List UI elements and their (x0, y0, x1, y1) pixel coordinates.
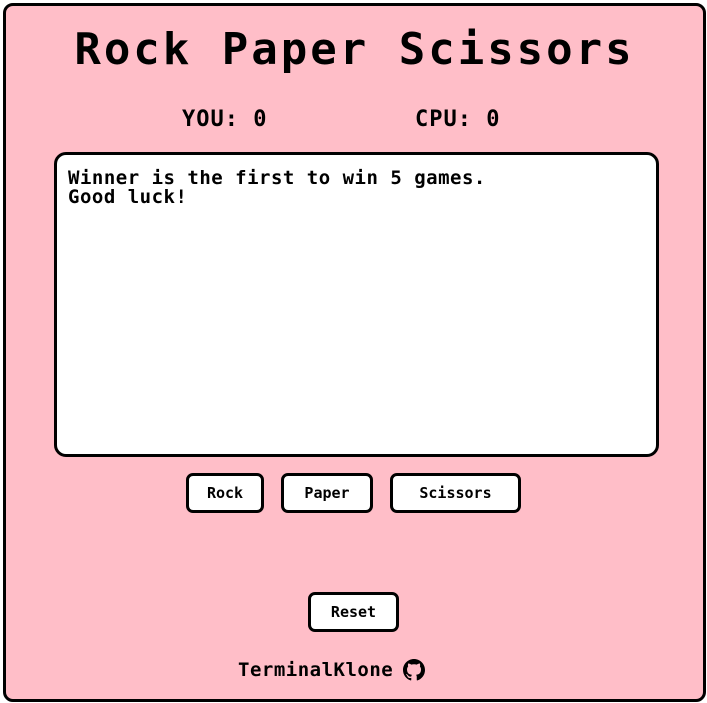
scissors-button[interactable]: Scissors (390, 473, 521, 513)
game-log-panel: Winner is the first to win 5 games. Good… (54, 152, 659, 457)
game-log-text: Winner is the first to win 5 games. Good… (68, 167, 486, 208)
author-name: TerminalKlone (238, 659, 394, 681)
player-score: YOU: 0 (182, 107, 268, 132)
github-icon[interactable] (403, 659, 426, 681)
paper-button[interactable]: Paper (281, 473, 373, 513)
game-container: Rock Paper Scissors YOU: 0 CPU: 0 Winner… (3, 3, 706, 702)
page-title: Rock Paper Scissors (74, 24, 635, 75)
rock-button[interactable]: Rock (186, 473, 264, 513)
footer: TerminalKlone (238, 658, 426, 682)
cpu-score: CPU: 0 (415, 107, 501, 132)
reset-button[interactable]: Reset (308, 592, 399, 632)
